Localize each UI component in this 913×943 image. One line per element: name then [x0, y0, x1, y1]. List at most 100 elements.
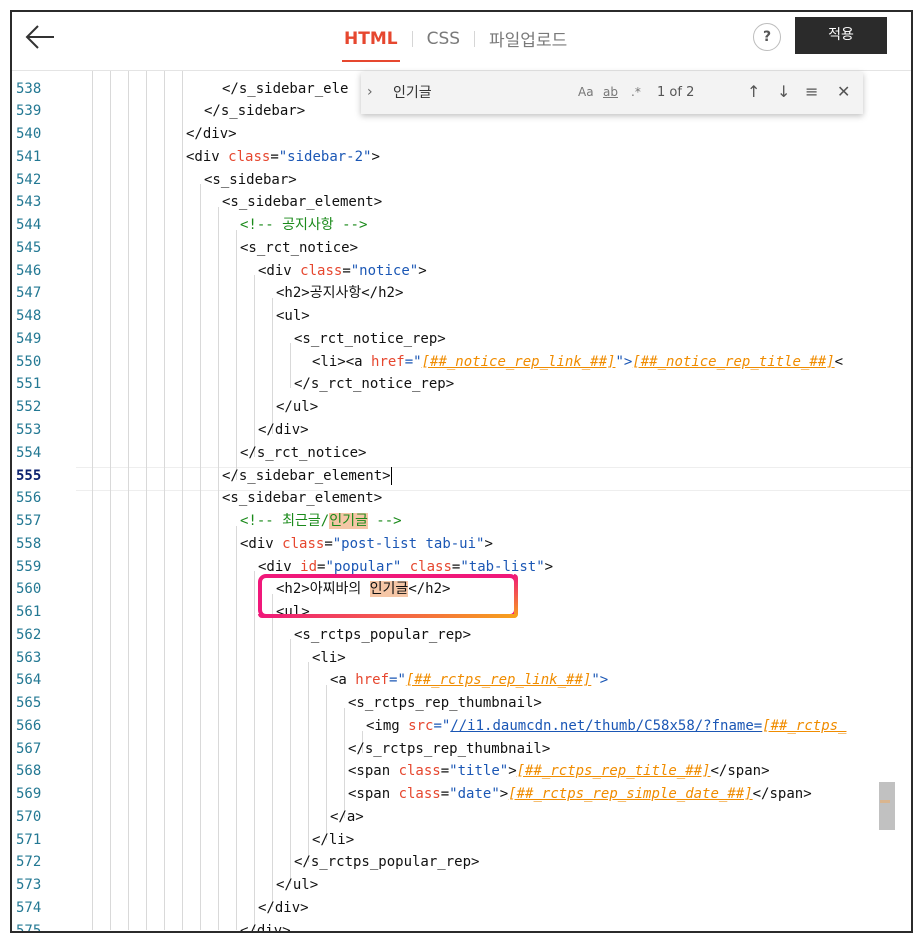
- back-arrow-icon[interactable]: [24, 22, 58, 52]
- code-line-544: <!-- 공지사항 -->: [240, 217, 368, 233]
- search-match-current: 인기글: [369, 581, 409, 597]
- code-line-572: </s_rctps_popular_rep>: [294, 854, 480, 870]
- find-input[interactable]: [389, 80, 659, 104]
- code-line-550: <li><a href="[##_notice_rep_link_##]">[#…: [312, 354, 844, 370]
- line-number: 545: [16, 240, 42, 256]
- code-line-569: <span class="date">[##_rctps_rep_simple_…: [348, 786, 812, 802]
- code-line-549: <s_rct_notice_rep>: [294, 331, 446, 347]
- code-line-540: </div>: [186, 126, 237, 142]
- line-number: 546: [16, 263, 42, 279]
- line-number: 575: [16, 923, 42, 933]
- line-number: 569: [16, 786, 42, 802]
- line-number: 550: [16, 354, 42, 370]
- line-number: 559: [16, 559, 42, 575]
- code-area[interactable]: </s_sidebar_ele </s_sidebar> </div> <div…: [76, 70, 911, 931]
- indent-guide: [200, 184, 201, 930]
- code-line-557: <!-- 최근글/인기글 -->: [240, 513, 402, 529]
- line-number: 564: [16, 672, 42, 688]
- regex-toggle[interactable]: .*: [631, 85, 641, 99]
- code-line-559: <div id="popular" class="tab-list">: [258, 559, 554, 575]
- match-count: 1 of 2: [657, 85, 695, 100]
- code-line-561: <ul>: [276, 604, 310, 620]
- code-line-555: </s_sidebar_element>: [222, 467, 392, 485]
- code-editor[interactable]: 538 539 540 541 542 543 544 545 546 547 548 549 550 5…: [12, 70, 911, 931]
- line-number: 571: [16, 832, 42, 848]
- indent-guide: [254, 275, 255, 457]
- code-line-553: </div>: [258, 422, 309, 438]
- toggle-replace-chevron-icon[interactable]: ›: [367, 84, 373, 100]
- line-number: 538: [16, 81, 42, 97]
- indent-guide: [344, 708, 345, 818]
- line-number: 541: [16, 149, 42, 165]
- previous-match-arrow-up-icon[interactable]: ↑: [747, 82, 760, 101]
- indent-guide: [236, 230, 237, 480]
- code-line-566: <img src="//i1.daumcdn.net/thumb/C58x58/…: [366, 718, 847, 734]
- line-number: 562: [16, 627, 42, 643]
- line-number: 566: [16, 718, 42, 734]
- indent-guide: [92, 70, 93, 930]
- code-line-562: <s_rctps_popular_rep>: [294, 627, 472, 643]
- code-line-543: <s_sidebar_element>: [222, 194, 383, 210]
- line-number: 561: [16, 604, 42, 620]
- code-line-545: <s_rct_notice>: [240, 240, 359, 256]
- indent-guide: [272, 594, 273, 907]
- indent-guide: [326, 685, 327, 840]
- code-line-574: </div>: [258, 900, 309, 916]
- code-line-539: </s_sidebar>: [204, 103, 306, 119]
- match-case-toggle[interactable]: Aa: [578, 85, 594, 99]
- code-line-570: </a>: [330, 809, 364, 825]
- indent-guide: [272, 298, 273, 434]
- line-number: 568: [16, 763, 42, 779]
- code-line-542: <s_sidebar>: [204, 172, 297, 188]
- code-line-564: <a href="[##_rctps_rep_link_##]">: [330, 672, 609, 688]
- code-line-571: </li>: [312, 832, 355, 848]
- next-match-arrow-down-icon[interactable]: ↓: [777, 82, 790, 101]
- line-number: 560: [16, 581, 42, 597]
- apply-button[interactable]: 적용: [795, 17, 887, 54]
- code-line-565: <s_rctps_rep_thumbnail>: [348, 695, 542, 711]
- indent-guide: [290, 639, 291, 884]
- line-number: 572: [16, 854, 42, 870]
- code-line-568: <span class="title">[##_rctps_rep_title_…: [348, 763, 770, 779]
- tab-divider: [411, 30, 413, 47]
- close-find-icon[interactable]: ✕: [837, 82, 850, 101]
- help-button[interactable]: ?: [753, 23, 781, 51]
- line-number: 547: [16, 285, 42, 301]
- line-number: 553: [16, 422, 42, 438]
- line-number: 555: [16, 468, 42, 484]
- code-line-552: </ul>: [276, 399, 319, 415]
- code-line-538: </s_sidebar_ele: [222, 81, 349, 97]
- indent-guide: [128, 70, 129, 930]
- code-line-575: </div>: [240, 923, 291, 931]
- line-number: 557: [16, 513, 42, 529]
- line-number: 539: [16, 103, 42, 119]
- line-number: 554: [16, 445, 42, 461]
- find-widget: › Aa ab .* 1 of 2 ↑ ↓ ≡ ✕: [361, 72, 863, 114]
- code-line-551: </s_rct_notice_rep>: [294, 376, 455, 392]
- indent-guide: [254, 571, 255, 930]
- vertical-scrollbar-thumb[interactable]: [879, 782, 895, 830]
- current-line-highlight: [76, 467, 911, 491]
- top-bar: HTML CSS 파일업로드 ? 적용: [12, 12, 911, 71]
- tab-divider: [474, 30, 476, 47]
- code-line-558: <div class="post-list tab-ui">: [240, 536, 493, 552]
- code-line-548: <ul>: [276, 308, 310, 324]
- indent-guide: [182, 70, 183, 930]
- code-line-567: </s_rctps_rep_thumbnail>: [348, 741, 551, 757]
- find-in-selection-icon[interactable]: ≡: [805, 82, 818, 101]
- line-number: 565: [16, 695, 42, 711]
- line-number: 548: [16, 308, 42, 324]
- code-line-554: </s_rct_notice>: [240, 445, 367, 461]
- indent-guide: [290, 343, 291, 388]
- code-line-560: <h2>아찌바의 인기글</h2>: [276, 581, 451, 597]
- whole-word-toggle[interactable]: ab: [603, 85, 618, 99]
- line-number-gutter: 538 539 540 541 542 543 544 545 546 547 548 549 550 5…: [12, 70, 76, 931]
- tab-file-upload[interactable]: 파일업로드: [487, 26, 569, 51]
- editor-tabs: HTML CSS 파일업로드: [342, 26, 569, 62]
- tab-css[interactable]: CSS: [425, 29, 462, 49]
- tab-html[interactable]: HTML: [342, 29, 400, 62]
- line-number: 552: [16, 399, 42, 415]
- indent-guide: [236, 526, 237, 930]
- search-match-highlight: 인기글: [329, 513, 368, 529]
- code-line-573: </ul>: [276, 877, 319, 893]
